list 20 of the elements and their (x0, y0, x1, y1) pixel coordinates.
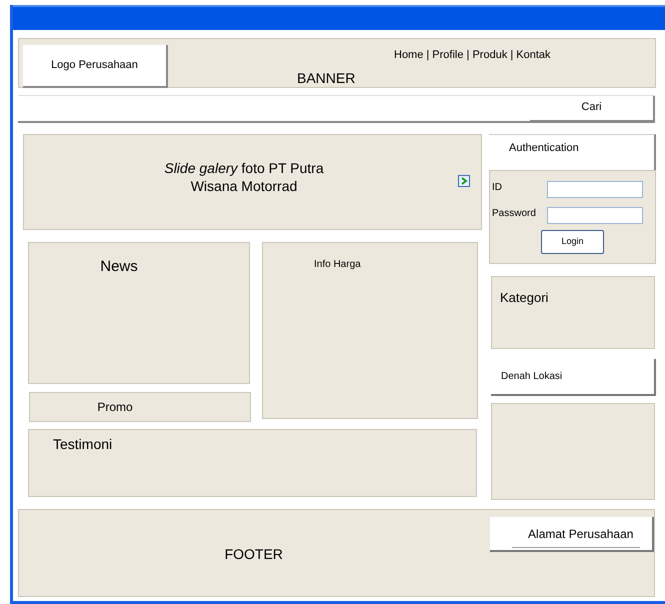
field-label: Password (492, 207, 537, 221)
nav-links[interactable]: Home | Profile | Produk | Kontak (394, 47, 551, 64)
testimoni-title: Testimoni (53, 435, 112, 454)
kategori-title: Kategori (500, 289, 548, 307)
field-label: ID (492, 181, 503, 195)
search-button[interactable]: Cari (530, 96, 655, 122)
footer-title: FOOTER (224, 544, 283, 564)
promo-title: Promo (97, 399, 133, 416)
logo-box: Logo Perusahaan (23, 45, 168, 88)
banner-label: BANNER (297, 68, 356, 88)
denah-lokasi-title: Denah Lokasi (501, 370, 562, 384)
login-button[interactable]: Login (541, 230, 604, 254)
text-field[interactable] (547, 181, 643, 198)
news-title: News (100, 257, 138, 277)
address-title: Alamat Perusahaan (528, 526, 634, 543)
info-harga-title: Info Harga (314, 258, 361, 272)
authentication-title: Authentication (509, 141, 579, 156)
text-field[interactable] (547, 207, 643, 224)
slide-caption: Slide galery foto PT Putra Wisana Motorrad (164, 159, 324, 195)
next-arrow-icon[interactable] (458, 175, 470, 187)
